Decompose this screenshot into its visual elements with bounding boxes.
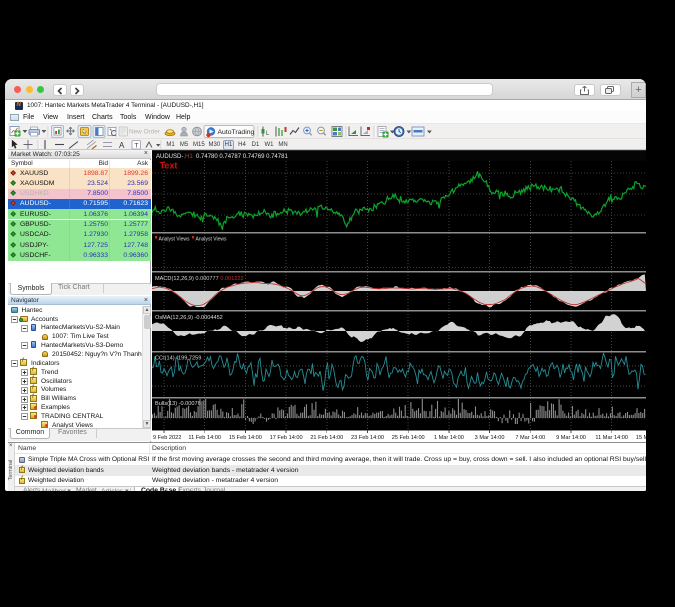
svg-text:7 Mar 14:00: 7 Mar 14:00 (515, 435, 545, 441)
svg-text:L: L (266, 131, 270, 137)
svg-text:New Order: New Order (129, 129, 161, 136)
svg-text:A: A (119, 141, 125, 150)
svg-text:15 Mar 14:00: 15 Mar 14:00 (636, 435, 646, 441)
svg-text:OsMA(12,26,9) -0.0004452: OsMA(12,26,9) -0.0004452 (155, 315, 223, 321)
svg-text:AUDUSD-,H1 0.74780 0.74787 0.: AUDUSD-,H1 0.74780 0.74787 0.74769 0.747… (156, 154, 288, 160)
svg-text:CCI(14) -199.7259: CCI(14) -199.7259 (155, 356, 201, 362)
svg-text:Analyst Views: Analyst Views (196, 237, 228, 243)
svg-text:Bulls(13) -0.00076: Bulls(13) -0.00076 (155, 401, 201, 407)
svg-text:9 Mar 14:00: 9 Mar 14:00 (556, 435, 586, 441)
svg-text:9 Feb 2022: 9 Feb 2022 (153, 435, 181, 441)
svg-text:11 Feb 14:00: 11 Feb 14:00 (188, 435, 221, 441)
svg-text:MACD(12,26,9) 0.000777 0.00122: MACD(12,26,9) 0.000777 0.001222 (155, 276, 244, 282)
svg-text:23 Feb 14:00: 23 Feb 14:00 (351, 435, 384, 441)
svg-text:AutoTrading: AutoTrading (218, 129, 255, 136)
svg-text:1 Mar 14:00: 1 Mar 14:00 (434, 435, 464, 441)
svg-text:21 Feb 14:00: 21 Feb 14:00 (310, 435, 343, 441)
svg-text:11 Mar 14:00: 11 Mar 14:00 (595, 435, 628, 441)
svg-text:Analyst Views: Analyst Views (159, 237, 191, 243)
svg-text:Text: Text (160, 161, 178, 171)
svg-text:3 Mar 14:00: 3 Mar 14:00 (475, 435, 505, 441)
svg-text:15 Feb 14:00: 15 Feb 14:00 (229, 435, 262, 441)
svg-text:17 Feb 14:00: 17 Feb 14:00 (270, 435, 303, 441)
svg-text:25 Feb 14:00: 25 Feb 14:00 (392, 435, 425, 441)
svg-text:T: T (135, 143, 139, 150)
